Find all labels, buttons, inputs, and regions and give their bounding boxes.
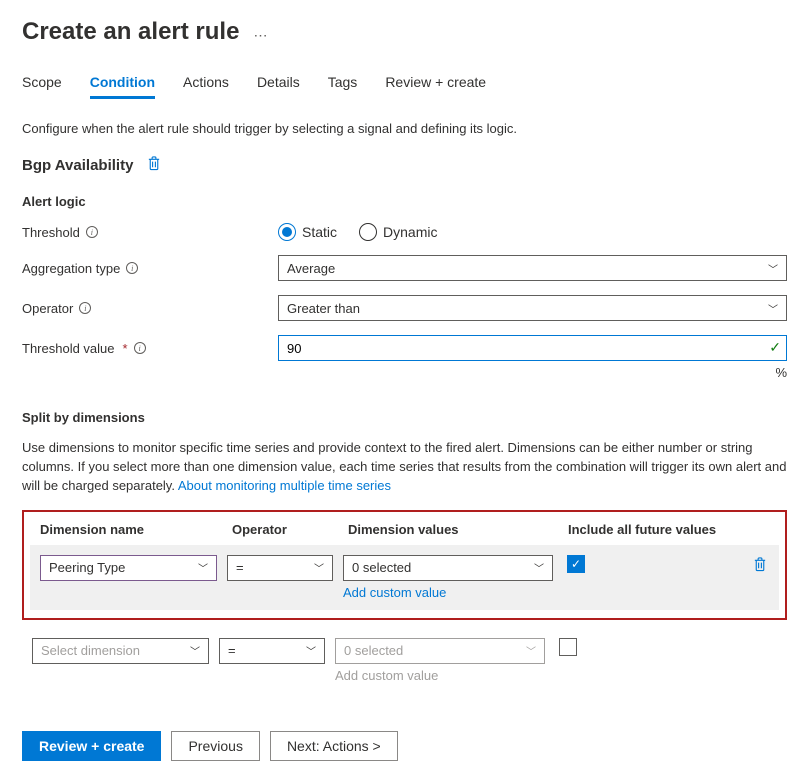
dimension-values-select[interactable]: 0 selected ﹀	[343, 555, 553, 581]
aggregation-label: Aggregation type	[22, 261, 120, 276]
chevron-down-icon: ﹀	[534, 560, 544, 575]
trash-icon	[753, 557, 767, 572]
page-title: Create an alert rule	[22, 18, 239, 46]
info-icon[interactable]: i	[134, 342, 146, 354]
tab-scope[interactable]: Scope	[22, 74, 62, 99]
col-dimension-values: Dimension values	[348, 522, 568, 537]
review-create-button[interactable]: Review + create	[22, 731, 161, 761]
multi-timeseries-link[interactable]: About monitoring multiple time series	[178, 478, 391, 493]
chevron-down-icon: ﹀	[526, 643, 536, 658]
dimension-values-select[interactable]: 0 selected ﹀	[335, 638, 545, 664]
add-custom-value-link[interactable]: Add custom value	[343, 585, 553, 600]
trash-icon	[147, 156, 161, 171]
unit-label: %	[278, 365, 787, 380]
previous-button[interactable]: Previous	[171, 731, 259, 761]
tab-tags[interactable]: Tags	[328, 74, 358, 99]
chevron-down-icon: ﹀	[314, 560, 324, 575]
tab-description: Configure when the alert rule should tri…	[22, 121, 787, 136]
tab-bar: Scope Condition Actions Details Tags Rev…	[22, 74, 787, 99]
dimension-name-select[interactable]: Select dimension ﹀	[32, 638, 209, 664]
dimension-operator-select[interactable]: = ﹀	[219, 638, 325, 664]
chevron-down-icon: ﹀	[768, 261, 778, 276]
delete-dimension-button[interactable]	[753, 557, 767, 575]
operator-label: Operator	[22, 301, 73, 316]
next-button[interactable]: Next: Actions >	[270, 731, 398, 761]
info-icon[interactable]: i	[79, 302, 91, 314]
required-indicator: *	[123, 341, 128, 356]
alert-logic-heading: Alert logic	[22, 194, 787, 209]
chevron-down-icon: ﹀	[768, 301, 778, 316]
col-operator: Operator	[232, 522, 348, 537]
chevron-down-icon: ﹀	[306, 643, 316, 658]
dimension-row: Select dimension ﹀ = ﹀ 0 selected ﹀ Add …	[22, 628, 787, 693]
include-future-checkbox[interactable]	[559, 638, 577, 656]
dimension-operator-select[interactable]: = ﹀	[227, 555, 333, 581]
operator-select[interactable]: Greater than ﹀	[278, 295, 787, 321]
include-future-checkbox[interactable]: ✓	[567, 555, 585, 573]
info-icon[interactable]: i	[126, 262, 138, 274]
col-future-values: Include all future values	[568, 522, 769, 537]
tab-actions[interactable]: Actions	[183, 74, 229, 99]
info-icon[interactable]: i	[86, 226, 98, 238]
delete-signal-button[interactable]	[147, 156, 161, 174]
dimension-highlight-box: Dimension name Operator Dimension values…	[22, 510, 787, 620]
tab-condition[interactable]: Condition	[90, 74, 155, 99]
aggregation-select[interactable]: Average ﹀	[278, 255, 787, 281]
threshold-value-label: Threshold value	[22, 341, 115, 356]
chevron-down-icon: ﹀	[190, 643, 200, 658]
signal-name: Bgp Availability	[22, 157, 133, 174]
threshold-value-input[interactable]	[278, 335, 787, 361]
col-dimension-name: Dimension name	[40, 522, 232, 537]
tab-details[interactable]: Details	[257, 74, 300, 99]
split-description: Use dimensions to monitor specific time …	[22, 439, 787, 496]
add-custom-value-link: Add custom value	[335, 668, 545, 683]
dimension-name-select[interactable]: Peering Type ﹀	[40, 555, 217, 581]
chevron-down-icon: ﹀	[198, 560, 208, 575]
threshold-radio-static[interactable]: Static	[278, 223, 337, 241]
threshold-label: Threshold	[22, 225, 80, 240]
check-icon: ✓	[769, 339, 781, 356]
threshold-radio-dynamic[interactable]: Dynamic	[359, 223, 437, 241]
more-actions-icon[interactable]: ⋯	[253, 21, 268, 44]
threshold-radio-group: Static Dynamic	[278, 223, 437, 241]
dimension-row: Peering Type ﹀ = ﹀ 0 selected ﹀ Add cust…	[30, 545, 779, 610]
tab-review-create[interactable]: Review + create	[385, 74, 486, 99]
split-heading: Split by dimensions	[22, 410, 787, 425]
